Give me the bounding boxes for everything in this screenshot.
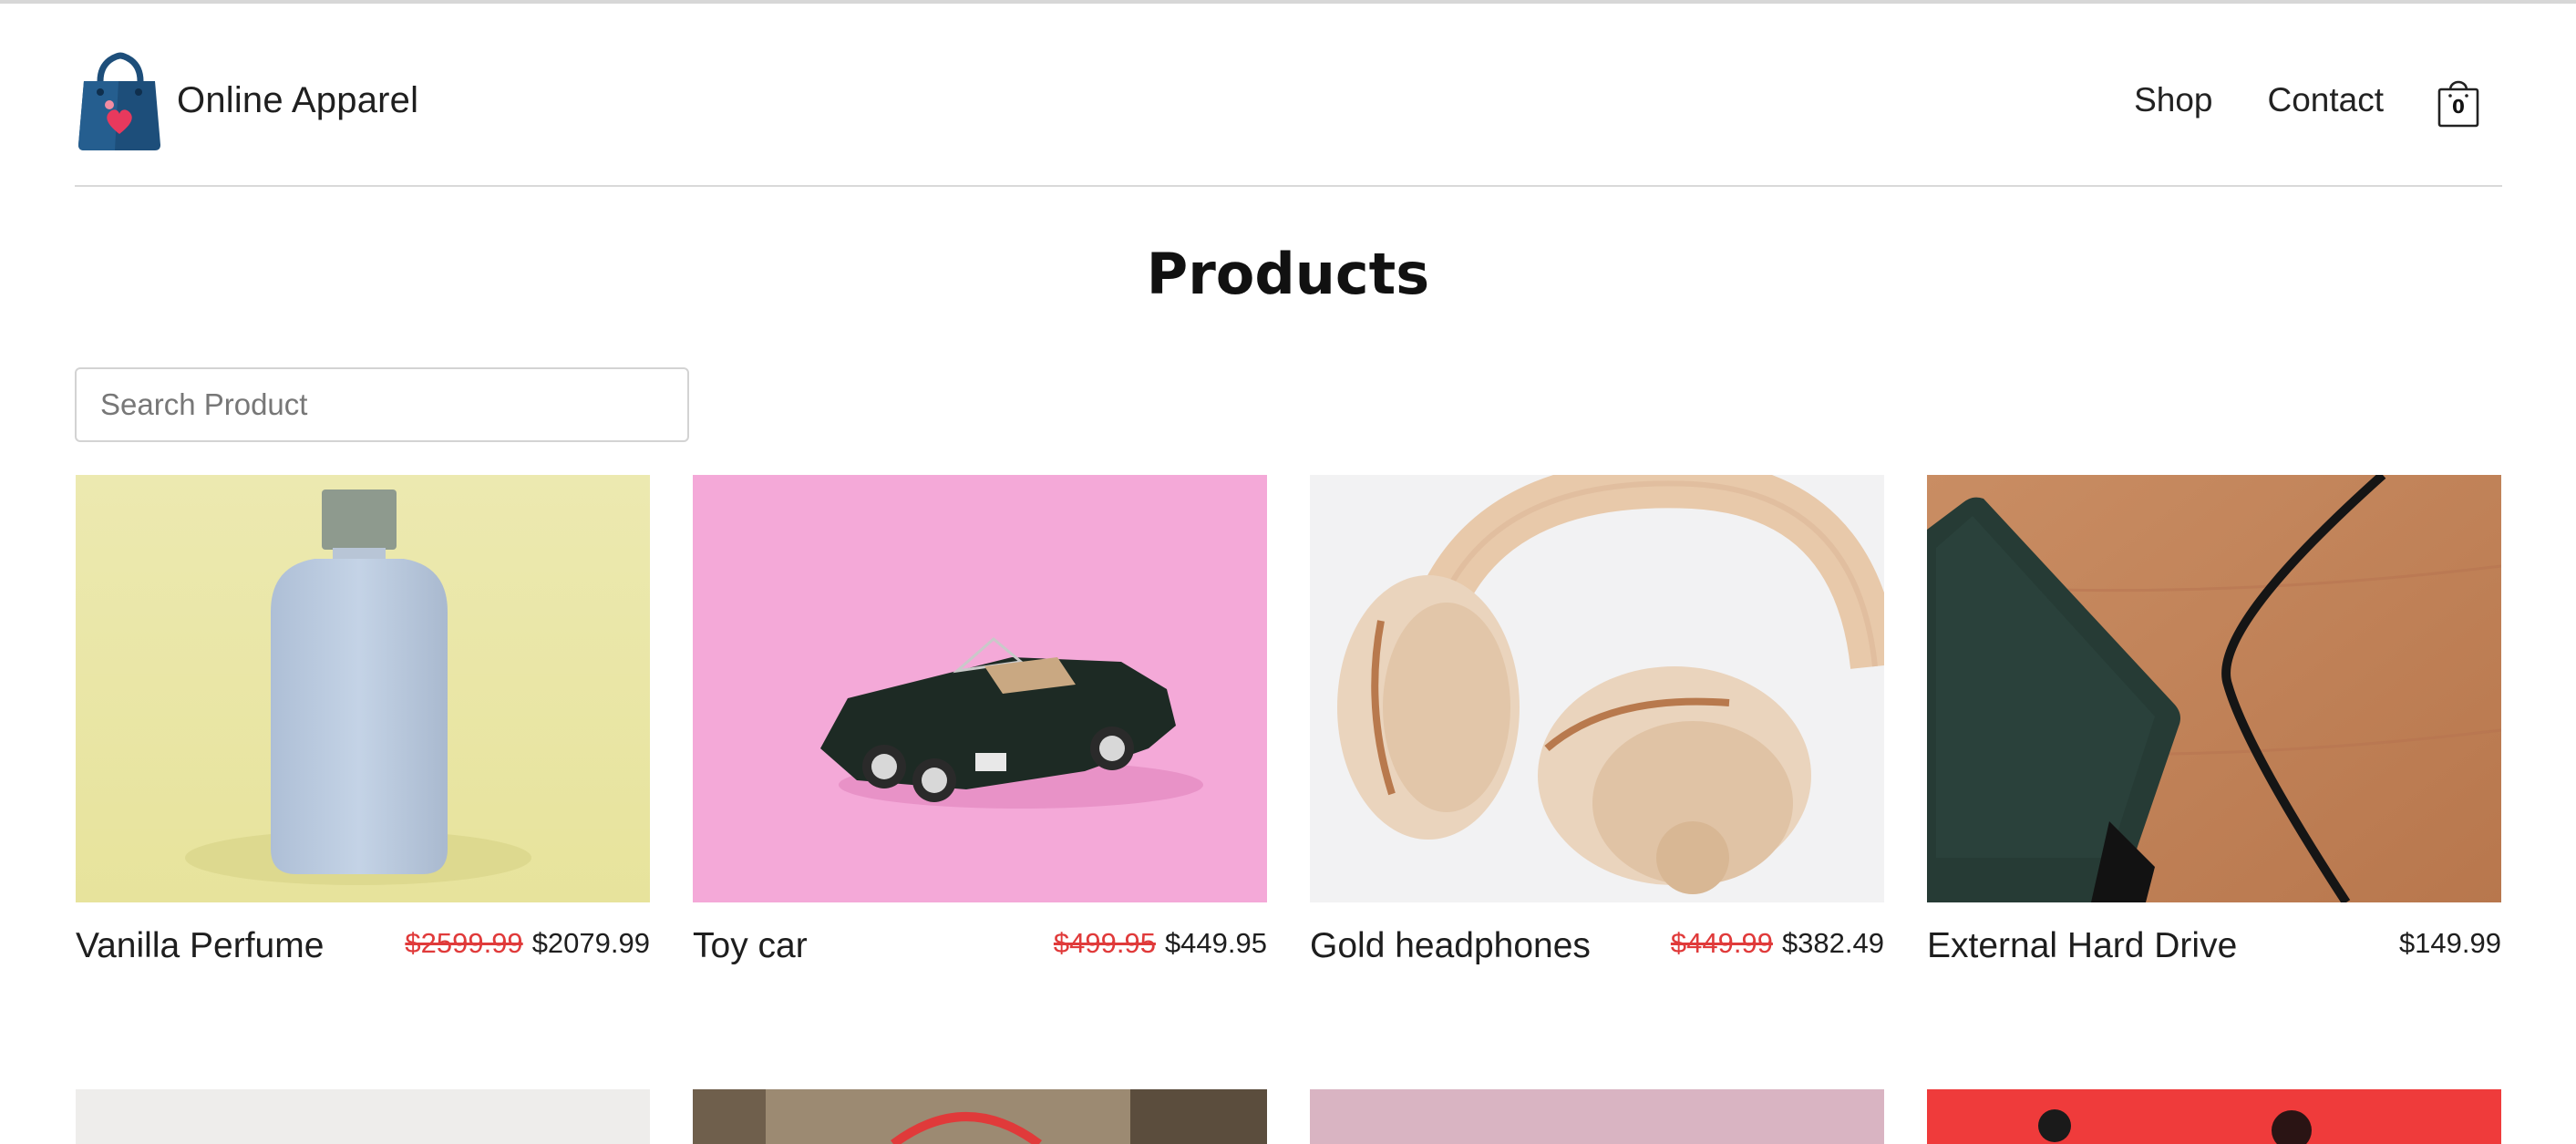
product-image[interactable] (693, 1089, 1267, 1144)
toy-car-image[interactable] (693, 475, 1267, 902)
product-card[interactable]: Toy car $499.95 $449.95 (693, 475, 1267, 975)
product-image[interactable] (1927, 1089, 2501, 1144)
original-price: $449.99 (1670, 927, 1773, 959)
sale-price: $2079.99 (531, 927, 650, 959)
product-price: $499.95 $449.95 (1054, 927, 1267, 960)
product-card[interactable] (76, 1089, 650, 1144)
nav-contact-link[interactable]: Contact (2267, 81, 2384, 119)
product-card[interactable]: Gold headphones $449.99 $382.49 (1310, 475, 1884, 975)
product-card[interactable] (1310, 1089, 1884, 1144)
product-info: Vanilla Perfume $2599.99 $2079.99 (76, 902, 650, 975)
hard-drive-image[interactable] (1927, 475, 2501, 902)
product-info: Gold headphones $449.99 $382.49 (1310, 902, 1884, 975)
product-info: External Hard Drive $149.99 (1927, 902, 2501, 975)
original-price: $2599.99 (405, 927, 523, 959)
sale-price: $149.99 (2398, 927, 2501, 959)
perfume-bottle-image[interactable] (76, 475, 650, 902)
site-header: Online Apparel Shop Contact 0 (75, 50, 2502, 150)
product-info: Toy car $499.95 $449.95 (693, 902, 1267, 975)
product-name[interactable]: External Hard Drive (1927, 926, 2237, 966)
cart-count: 0 (2452, 96, 2465, 118)
headphones-image[interactable] (1310, 475, 1884, 902)
sale-price: $449.95 (1164, 927, 1267, 959)
nav-shop-link[interactable]: Shop (2134, 81, 2212, 119)
header-divider (75, 185, 2502, 187)
product-price: $149.99 (2399, 927, 2501, 960)
product-name[interactable]: Vanilla Perfume (76, 926, 324, 966)
product-card[interactable] (1927, 1089, 2501, 1144)
main-nav: Shop Contact 0 (2079, 50, 2484, 150)
product-price: $2599.99 $2079.99 (405, 927, 650, 960)
original-price: $499.95 (1053, 927, 1156, 959)
sale-price: $382.49 (1781, 927, 1884, 959)
brand-name: Online Apparel (177, 79, 419, 120)
product-image[interactable] (1310, 1089, 1884, 1144)
brand[interactable]: Online Apparel (75, 50, 418, 150)
shopping-bag-heart-icon (78, 52, 160, 150)
page-title: Products (1146, 241, 1430, 307)
product-image[interactable] (76, 1089, 650, 1144)
product-card[interactable]: Vanilla Perfume $2599.99 $2079.99 (76, 475, 650, 975)
product-card[interactable]: External Hard Drive $149.99 (1927, 475, 2501, 975)
product-price: $449.99 $382.49 (1671, 927, 1884, 960)
product-card[interactable] (693, 1089, 1267, 1144)
product-name[interactable]: Toy car (693, 926, 808, 966)
search-input[interactable] (75, 367, 689, 442)
product-name[interactable]: Gold headphones (1310, 926, 1591, 966)
window-top-border (0, 0, 2576, 4)
cart-button[interactable]: 0 (2437, 72, 2484, 129)
